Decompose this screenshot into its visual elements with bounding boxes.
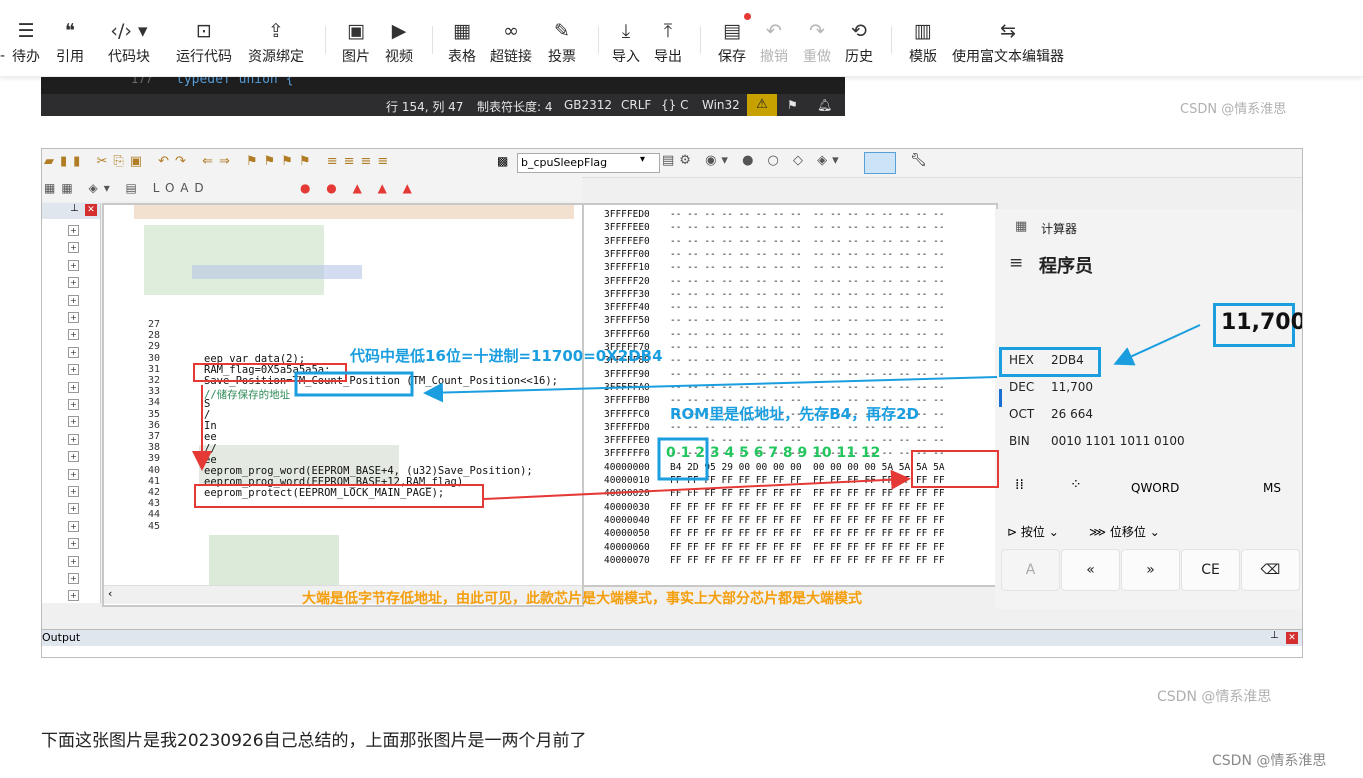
- code-block-icon: ‹/› ▾: [110, 20, 148, 42]
- toolbar-switch-editor-button[interactable]: ⇆ 使用富文本编辑器: [952, 18, 1064, 66]
- language-mode[interactable]: {} C: [661, 98, 688, 112]
- template-icon: ▥: [914, 20, 932, 42]
- watermark: CSDN @情系淮思: [1212, 753, 1327, 769]
- switch-editor-icon: ⇆: [1000, 20, 1016, 42]
- link-icon: ∞: [503, 20, 519, 42]
- toolbar-label: 导入: [612, 49, 640, 65]
- toolbar-label: 保存: [718, 49, 746, 65]
- video-icon: ▶: [391, 20, 407, 42]
- toolbar-history-button[interactable]: ⟲ 历史: [845, 18, 873, 66]
- watermark: CSDN @情系淮思: [1180, 102, 1287, 117]
- toolbar-table-button[interactable]: ▦ 表格: [448, 18, 476, 66]
- run-code-icon: ⊡: [196, 20, 212, 42]
- toolbar-label: 超链接: [490, 49, 532, 65]
- platform[interactable]: Win32: [702, 98, 740, 112]
- todo-list-icon: ☰: [17, 20, 35, 42]
- bell-icon[interactable]: 🔔︎: [817, 98, 832, 112]
- toolbar-video-button[interactable]: ▶ 视频: [385, 18, 413, 66]
- toolbar-label: 导出: [654, 49, 682, 65]
- import-icon: ⤓: [621, 20, 631, 42]
- toolbar-label: 运行代码: [176, 49, 232, 65]
- toolbar-image-button[interactable]: ▣ 图片: [342, 18, 370, 66]
- toolbar-vote-button[interactable]: ✎ 投票: [548, 18, 576, 66]
- toolbar-import-button[interactable]: ⤓ 导入: [612, 18, 640, 66]
- body-paragraph: 下面这张图片是我20230926自己总结的，上面那张图片是一两个月前了: [41, 731, 587, 751]
- annotation-rom-low: ROM里是低地址，先存B4，再存2D: [670, 405, 919, 423]
- line-ending[interactable]: CRLF: [621, 98, 651, 112]
- table-icon: ▦: [453, 20, 471, 42]
- annotation-big-endian: 大端是低字节存低地址，由此可见，此款芯片是大端模式，事实上大部分芯片都是大端模式: [302, 591, 862, 607]
- toolbar-label: 图片: [342, 49, 370, 65]
- save-icon: ▤: [723, 20, 741, 42]
- toolbar-label: 引用: [56, 49, 84, 65]
- toolbar-link-button[interactable]: ∞ 超链接: [490, 18, 532, 66]
- toolbar-label: 资源绑定: [248, 49, 304, 65]
- toolbar-label: 历史: [845, 49, 873, 65]
- encoding[interactable]: GB2312: [564, 98, 612, 112]
- export-icon: ⤒: [663, 20, 673, 42]
- toolbar-label: 投票: [548, 49, 576, 65]
- arrow-code-to-memory: [483, 469, 911, 500]
- editor-toolbar: - ☰ 待办 ❝ 引用 ‹/› ▾ 代码块 ⊡ 运行代码 ⇪ 资源绑定 ▣ 图片 ▶ 视频 ▦ 表格 ∞ 超链接 ✎…: [0, 0, 1363, 77]
- feedback-icon[interactable]: ⚑: [787, 98, 798, 112]
- toolbar-undo-button[interactable]: ↶ 撤销: [760, 18, 788, 66]
- tab-size[interactable]: 制表符长度: 4: [477, 98, 553, 115]
- warning-icon[interactable]: ⚠: [747, 94, 777, 116]
- toolbar-divider: [325, 26, 326, 54]
- resource-bind-icon: ⇪: [268, 20, 284, 42]
- toolbar-save-button[interactable]: ▤ 保存: [718, 18, 746, 66]
- undo-icon: ↶: [766, 20, 782, 42]
- toolbar-template-button[interactable]: ▥ 模版: [909, 18, 937, 66]
- toolbar-label: 使用富文本编辑器: [952, 49, 1064, 65]
- toolbar-divider: [432, 26, 433, 54]
- vote-icon: ✎: [554, 20, 570, 42]
- toolbar-label: 表格: [448, 49, 476, 65]
- history-icon: ⟲: [851, 20, 867, 42]
- count-position-box: [294, 371, 414, 397]
- toolbar-todo-list-button[interactable]: ☰ 待办: [12, 18, 40, 66]
- 5a-box: [911, 450, 999, 488]
- toolbar-label: 视频: [385, 49, 413, 65]
- toolbar-run-code-button[interactable]: ⊡ 运行代码: [176, 18, 232, 66]
- toolbar-label: 模版: [909, 49, 937, 65]
- toolbar-label: 代码块: [108, 49, 150, 65]
- toolbar-redo-button[interactable]: ↷ 重做: [803, 18, 831, 66]
- image-icon: ▣: [347, 20, 365, 42]
- toolbar-code-block-button[interactable]: ‹/› ▾ 代码块: [108, 18, 150, 66]
- toolbar-divider: [700, 26, 701, 54]
- arrow-display-to-hex: [1113, 324, 1201, 366]
- toolbar-label: 重做: [803, 49, 831, 65]
- toolbar-label: 待办: [12, 49, 40, 65]
- toolbar-divider: [891, 26, 892, 54]
- redo-icon: ↷: [809, 20, 825, 42]
- annotation-index-row: 0 1 2 3 4 5 6 7 8 9 10 11 12: [666, 445, 881, 461]
- arrow-hex-to-code: [423, 376, 998, 403]
- toolbar-partial-item: -: [0, 48, 6, 64]
- watermark: CSDN @情系淮思: [1157, 689, 1272, 705]
- embedded-screenshot: ▰▮▮ ✂⎘▣ ↶↷ ⇐⇒ ⚑⚑⚑⚑ ≡≡≡≡ ▩ b_cpuSleepFlag…: [41, 148, 1303, 658]
- toolbar-resource-bind-button[interactable]: ⇪ 资源绑定: [248, 18, 304, 66]
- cursor-position[interactable]: 行 154, 列 47: [386, 98, 463, 115]
- annotation-code-low16: 代码中是低16位=十进制=11700=0X2DB4: [350, 347, 663, 365]
- toolbar-label: 撤销: [760, 49, 788, 65]
- toolbar-divider: [598, 26, 599, 54]
- toolbar-quote-button[interactable]: ❝ 引用: [56, 18, 84, 66]
- unsaved-dot: [744, 13, 751, 20]
- ide-status-bar: 行 154, 列 47 制表符长度: 4 GB2312 CRLF {} C Wi…: [41, 94, 845, 116]
- prog-word-box: [194, 484, 484, 508]
- toolbar-export-button[interactable]: ⤒ 导出: [654, 18, 682, 66]
- quote-icon: ❝: [64, 20, 76, 42]
